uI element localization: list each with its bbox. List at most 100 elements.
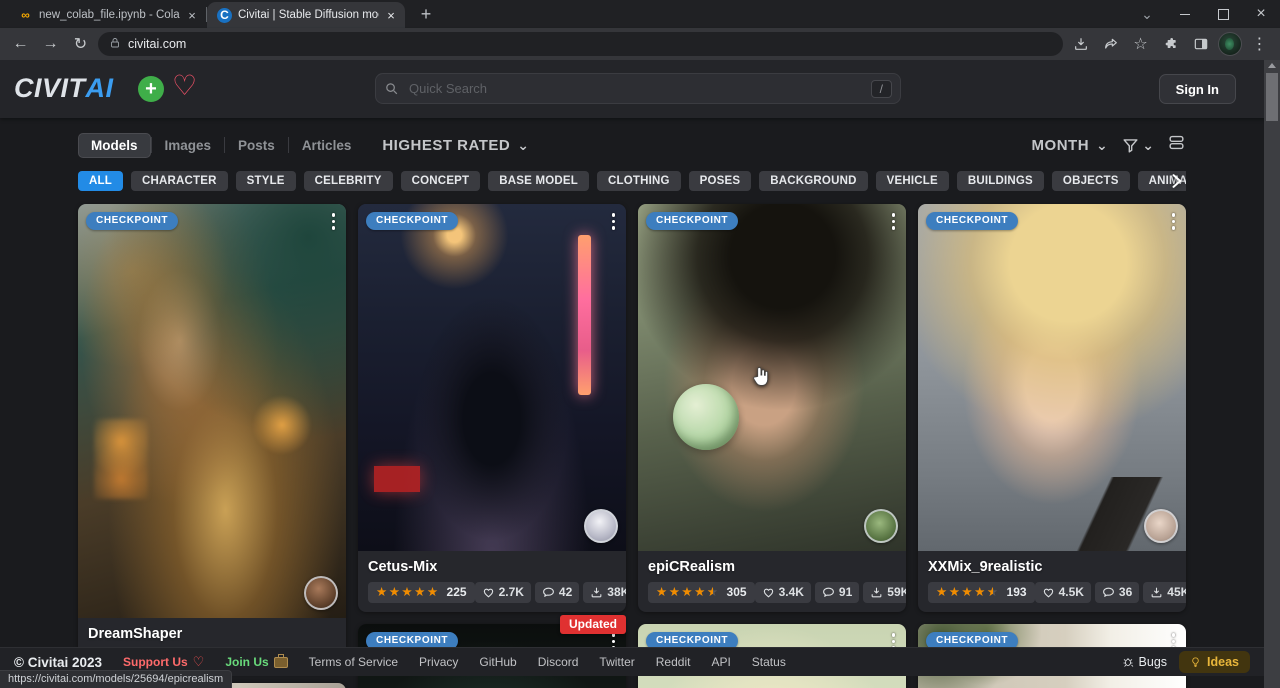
footer-link-api[interactable]: API (711, 655, 730, 669)
page-scrollbar[interactable] (1264, 60, 1280, 688)
model-card[interactable]: CHECKPOINT Cetus-Mix★★★★★★★★★★2252.7K4238… (358, 204, 626, 612)
tab-title: Civitai | Stable Diffusion models, (238, 9, 379, 21)
category-pill-poses[interactable]: POSES (689, 171, 752, 191)
browser-window: ∞new_colab_file.ipynb - Colaborat×CCivit… (0, 0, 1280, 688)
category-pill-base-model[interactable]: BASE MODEL (488, 171, 589, 191)
chevron-down-icon: ⌄ (517, 141, 529, 149)
tab-models[interactable]: Models (78, 133, 151, 158)
model-type-badge[interactable]: CHECKPOINT (86, 212, 178, 230)
bugs-link[interactable]: Bugs (1122, 655, 1168, 669)
creator-avatar[interactable] (864, 509, 898, 543)
creator-avatar[interactable] (584, 509, 618, 543)
browser-tab[interactable]: CCivitai | Stable Diffusion models,× (207, 2, 405, 28)
chevron-down-icon: ⌄ (1096, 141, 1108, 149)
close-window-button[interactable]: × (1242, 0, 1280, 28)
card-menu-icon[interactable] (892, 213, 896, 230)
category-pill-background[interactable]: BACKGROUND (759, 171, 867, 191)
lightbulb-icon (1190, 655, 1201, 669)
tab-close-icon[interactable]: × (383, 7, 399, 23)
category-pill-celebrity[interactable]: CELEBRITY (304, 171, 393, 191)
downloads-stat: 38K (583, 582, 626, 603)
address-bar[interactable]: civitai.com (98, 32, 1063, 56)
scrollbar-up-arrow[interactable] (1268, 63, 1276, 68)
civitai-logo[interactable]: CIVITAI (14, 72, 114, 104)
tab-close-icon[interactable]: × (184, 7, 200, 23)
tab-search-chevron-icon[interactable]: ⌄ (1128, 0, 1166, 28)
card-footer: Cetus-Mix★★★★★★★★★★2252.7K4238K (358, 551, 626, 612)
reload-button[interactable]: ↻ (68, 32, 93, 57)
footer-link-github[interactable]: GitHub (479, 655, 516, 669)
footer-feedback: Bugs Ideas (1122, 651, 1250, 673)
search-input[interactable] (407, 80, 871, 97)
tab-title: new_colab_file.ipynb - Colaborat (39, 9, 180, 21)
model-preview-image[interactable]: CHECKPOINT (638, 204, 906, 551)
extensions-puzzle-icon[interactable] (1158, 32, 1183, 57)
model-card[interactable]: CHECKPOINTepiCRealism★★★★★★★★★★3053.4K91… (638, 204, 906, 612)
new-tab-button[interactable]: + (413, 1, 439, 27)
category-pill-character[interactable]: CHARACTER (131, 171, 228, 191)
category-pill-clothing[interactable]: CLOTHING (597, 171, 681, 191)
quick-search-bar[interactable]: / (375, 73, 901, 104)
category-pill-style[interactable]: STYLE (236, 171, 296, 191)
favorites-heart-icon[interactable]: ♡ (172, 69, 197, 102)
bookmark-star-icon[interactable]: ☆ (1128, 32, 1153, 57)
footer-link-twitter[interactable]: Twitter (599, 655, 634, 669)
sign-in-button[interactable]: Sign In (1159, 74, 1236, 104)
tab-articles[interactable]: Articles (289, 133, 365, 158)
category-pill-vehicle[interactable]: VEHICLE (876, 171, 949, 191)
category-filter-row: ALL CHARACTER STYLE CELEBRITY CONCEPT BASE MO… (78, 169, 1186, 193)
share-icon[interactable] (1098, 32, 1123, 57)
nav-right-controls: MONTH ⌄ ⌄ (1032, 133, 1186, 157)
forward-button[interactable]: → (38, 32, 63, 57)
footer-link-support-us[interactable]: Support Us♡ (123, 654, 204, 670)
sort-label: HIGHEST RATED (382, 137, 510, 154)
create-plus-button[interactable]: + (138, 76, 164, 102)
creator-avatar[interactable] (1144, 509, 1178, 543)
rating-count: 193 (1007, 585, 1027, 599)
footer-link-join-us[interactable]: Join Us (225, 655, 287, 669)
card-menu-icon[interactable] (612, 213, 616, 230)
logo-text-accent: AI (86, 72, 114, 104)
scroll-right-chevron-icon[interactable] (1166, 171, 1186, 193)
model-type-badge[interactable]: CHECKPOINT (926, 212, 1018, 230)
browser-tab[interactable]: ∞ new_colab_file.ipynb - Colaborat × (8, 2, 206, 28)
card-menu-icon[interactable] (332, 213, 336, 230)
model-preview-image[interactable]: CHECKPOINT (78, 204, 346, 618)
category-pill-all[interactable]: ALL (78, 171, 123, 191)
card-menu-icon[interactable] (1172, 213, 1176, 230)
model-card[interactable]: CHECKPOINTDreamShaper (78, 204, 346, 671)
footer-link-terms-of-service[interactable]: Terms of Service (309, 655, 398, 669)
tab-posts[interactable]: Posts (225, 133, 288, 158)
back-button[interactable]: ← (8, 32, 33, 57)
category-pill-buildings[interactable]: BUILDINGS (957, 171, 1044, 191)
model-type-badge[interactable]: CHECKPOINT (646, 212, 738, 230)
tab-images[interactable]: Images (152, 133, 225, 158)
minimize-button[interactable] (1166, 0, 1204, 28)
rating-pill: ★★★★★★★★★★305 (648, 582, 755, 603)
card-column: CHECKPOINTDreamShaper (78, 204, 346, 688)
model-preview-image[interactable]: CHECKPOINT (358, 204, 626, 551)
colab-infinity: ∞ (18, 8, 33, 23)
browser-profile-avatar[interactable] (1218, 32, 1242, 56)
model-preview-image[interactable]: CHECKPOINT (918, 204, 1186, 551)
ideas-button[interactable]: Ideas (1179, 651, 1250, 673)
content-type-tabs: ModelsImagesPostsArticles (78, 133, 364, 158)
model-card[interactable]: CHECKPOINTXXMix_9realistic★★★★★★★★★★1934… (918, 204, 1186, 612)
downloads-icon[interactable] (1068, 32, 1093, 57)
footer-link-reddit[interactable]: Reddit (656, 655, 691, 669)
filter-funnel-icon[interactable]: ⌄ (1121, 136, 1154, 155)
maximize-button[interactable] (1204, 0, 1242, 28)
side-panel-icon[interactable] (1188, 32, 1213, 57)
scrollbar-thumb[interactable] (1266, 73, 1278, 121)
footer-link-discord[interactable]: Discord (538, 655, 579, 669)
browser-menu-icon[interactable]: ⋮ (1247, 32, 1272, 57)
footer-link-status[interactable]: Status (752, 655, 786, 669)
category-pill-concept[interactable]: CONCEPT (401, 171, 481, 191)
layout-toggle-icon[interactable] (1167, 133, 1186, 157)
category-pill-objects[interactable]: OBJECTS (1052, 171, 1130, 191)
creator-avatar[interactable] (304, 576, 338, 610)
period-dropdown[interactable]: MONTH ⌄ (1032, 137, 1109, 154)
model-type-badge[interactable]: CHECKPOINT (366, 212, 458, 230)
footer-link-privacy[interactable]: Privacy (419, 655, 458, 669)
sort-dropdown[interactable]: HIGHEST RATED ⌄ (382, 137, 529, 154)
